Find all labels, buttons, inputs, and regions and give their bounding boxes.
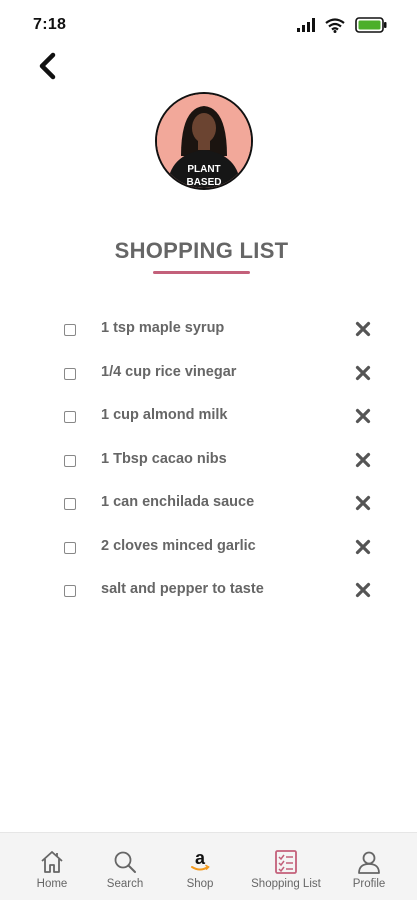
signal-icon (297, 18, 315, 32)
nav-label: Home (36, 878, 68, 890)
list-item: 2 cloves minced garlic (0, 526, 417, 570)
list-item: 1 tsp maple syrup (0, 308, 417, 352)
shopping-list-screen: 7:18 PLANT BASED SHOPPING LIST 1 tsp map… (0, 0, 417, 900)
profile-icon (358, 851, 380, 874)
nav-label: Profile (352, 878, 386, 890)
remove-item-icon[interactable] (355, 582, 371, 598)
item-label: salt and pepper to taste (101, 581, 264, 597)
nav-label: Search (106, 878, 144, 890)
amazon-icon: a (191, 849, 210, 871)
chevron-left-icon (39, 52, 56, 80)
list-item: 1 Tbsp cacao nibs (0, 439, 417, 483)
item-checkbox[interactable] (64, 324, 76, 336)
avatar: PLANT BASED (155, 92, 253, 190)
list-item: salt and pepper to taste (0, 569, 417, 613)
status-icons (297, 16, 387, 34)
item-checkbox[interactable] (64, 367, 76, 380)
bottom-nav: Home Search a Shop Shopping List Profile (0, 832, 417, 900)
nav-label: Shop (186, 878, 214, 890)
remove-item-icon[interactable] (355, 365, 371, 381)
nav-home[interactable]: Home (30, 833, 74, 900)
item-checkbox[interactable] (64, 585, 76, 597)
item-checkbox[interactable] (64, 541, 76, 554)
list-item: 1 can enchilada sauce (0, 482, 417, 526)
item-label: 1 can enchilada sauce (101, 494, 255, 510)
back-button[interactable] (32, 50, 64, 82)
search-icon (114, 851, 136, 873)
checklist-icon (275, 850, 297, 874)
nav-profile[interactable]: Profile (347, 833, 391, 900)
item-checkbox[interactable] (64, 454, 76, 467)
home-icon (41, 851, 63, 873)
item-label: 1 Tbsp cacao nibs (101, 450, 227, 467)
item-checkbox[interactable] (64, 498, 76, 510)
list-item: 1/4 cup rice vinegar (0, 352, 417, 396)
title-underline (153, 271, 250, 274)
item-label: 1/4 cup rice vinegar (101, 363, 237, 380)
remove-item-icon[interactable] (355, 408, 371, 424)
item-label: 2 cloves minced garlic (101, 537, 256, 554)
shopping-list: 1 tsp maple syrup 1/4 cup rice vinegar 1… (0, 308, 417, 613)
avatar-portrait: PLANT BASED (157, 94, 251, 188)
status-time: 7:18 (33, 16, 67, 33)
item-checkbox[interactable] (64, 411, 76, 423)
nav-label: Shopping List (251, 878, 321, 890)
remove-item-icon[interactable] (355, 495, 371, 511)
remove-item-icon[interactable] (355, 539, 371, 555)
battery-icon (355, 17, 387, 33)
remove-item-icon[interactable] (355, 321, 371, 337)
item-label: 1 tsp maple syrup (101, 320, 225, 336)
status-bar: 7:18 (0, 0, 417, 46)
nav-search[interactable]: Search (100, 833, 150, 900)
svg-text:a: a (195, 849, 206, 868)
nav-shop[interactable]: a Shop (180, 833, 220, 900)
shirt-text-line1: PLANT (187, 164, 220, 175)
wifi-icon (325, 17, 345, 33)
nav-shopping-list[interactable]: Shopping List (245, 833, 327, 900)
shirt-text-line2: BASED (186, 177, 221, 188)
remove-item-icon[interactable] (355, 452, 371, 468)
list-item: 1 cup almond milk (0, 395, 417, 439)
item-label: 1 cup almond milk (101, 407, 228, 423)
page-title: SHOPPING LIST (114, 238, 289, 263)
